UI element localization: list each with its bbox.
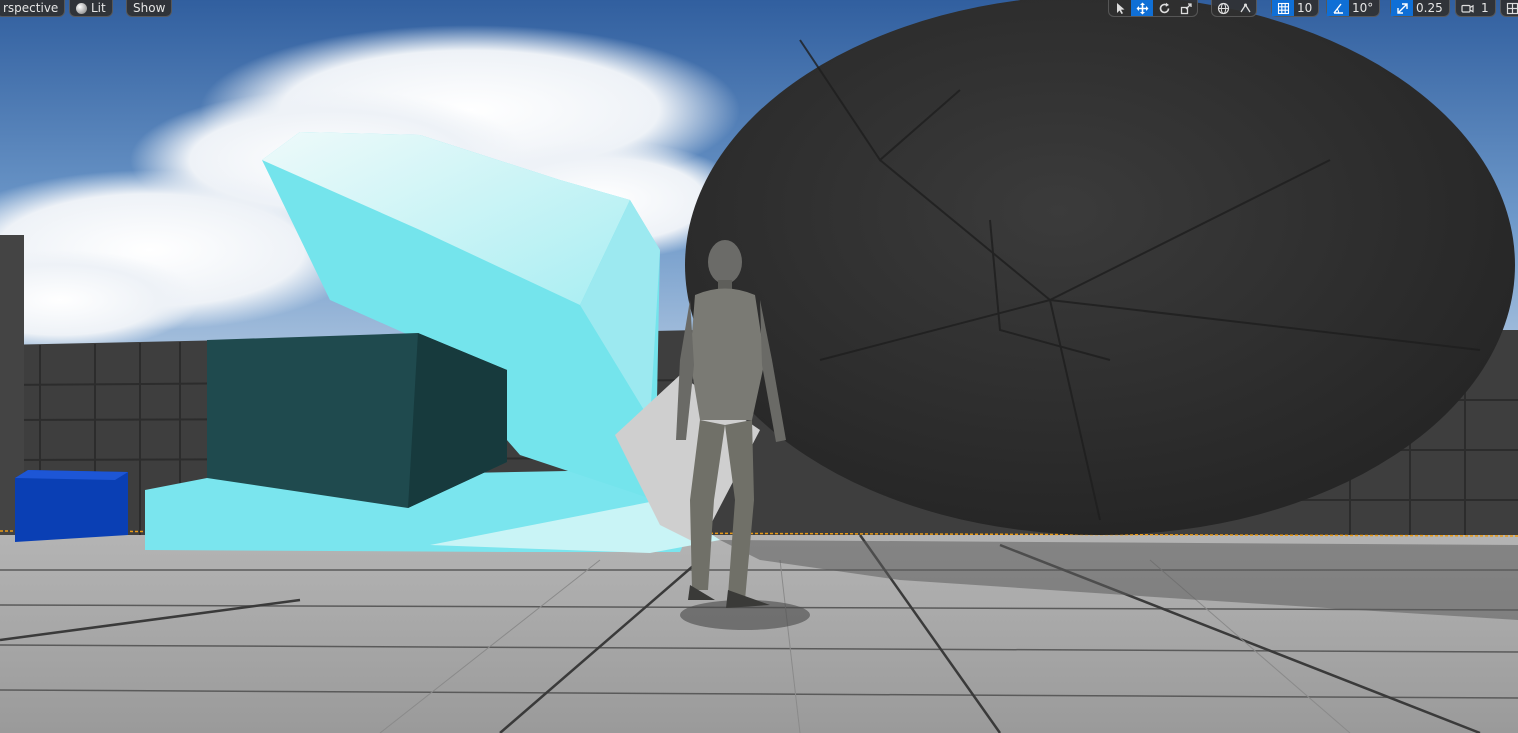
rotate-icon[interactable] [1153,0,1175,16]
3d-viewport[interactable] [0,0,1518,733]
camera-speed-control: 1 [1455,0,1496,17]
blue-cube[interactable] [15,470,128,542]
rotation-snap-icon[interactable] [1327,0,1349,16]
transform-tools [1108,0,1198,17]
lighting-mode-label: Lit [91,1,106,15]
world-space-icon[interactable] [1212,0,1234,16]
scale-icon[interactable] [1175,0,1197,16]
camera-speed-value[interactable]: 1 [1478,0,1495,16]
view-mode-label: rspective [3,1,59,15]
rotation-snap-control: 10° [1326,0,1381,17]
select-icon[interactable] [1109,0,1131,16]
dark-sphere[interactable] [685,0,1515,535]
camera-speed-icon[interactable] [1456,0,1478,16]
scale-snap-value[interactable]: 0.25 [1413,0,1449,16]
scale-snap-control: 0.25 [1390,0,1450,17]
grid-snap-value[interactable]: 10 [1294,0,1318,16]
lighting-mode-button[interactable]: Lit [69,0,113,17]
show-menu-button[interactable]: Show [126,0,173,17]
viewport-layout-button[interactable] [1500,0,1518,17]
view-mode-button[interactable]: rspective [0,0,66,17]
scale-snap-icon[interactable] [1391,0,1413,16]
surface-snap-icon[interactable] [1234,0,1256,16]
grid-snap-control: 10 [1271,0,1320,17]
grid-snap-icon[interactable] [1272,0,1294,16]
coordinate-tools [1211,0,1257,17]
show-menu-label: Show [133,1,166,15]
dark-checker-cube[interactable] [207,333,507,508]
rotation-snap-value[interactable]: 10° [1349,0,1379,16]
layout-icon [1501,0,1518,16]
lit-sphere-icon [76,2,87,14]
translate-icon[interactable] [1131,0,1153,16]
